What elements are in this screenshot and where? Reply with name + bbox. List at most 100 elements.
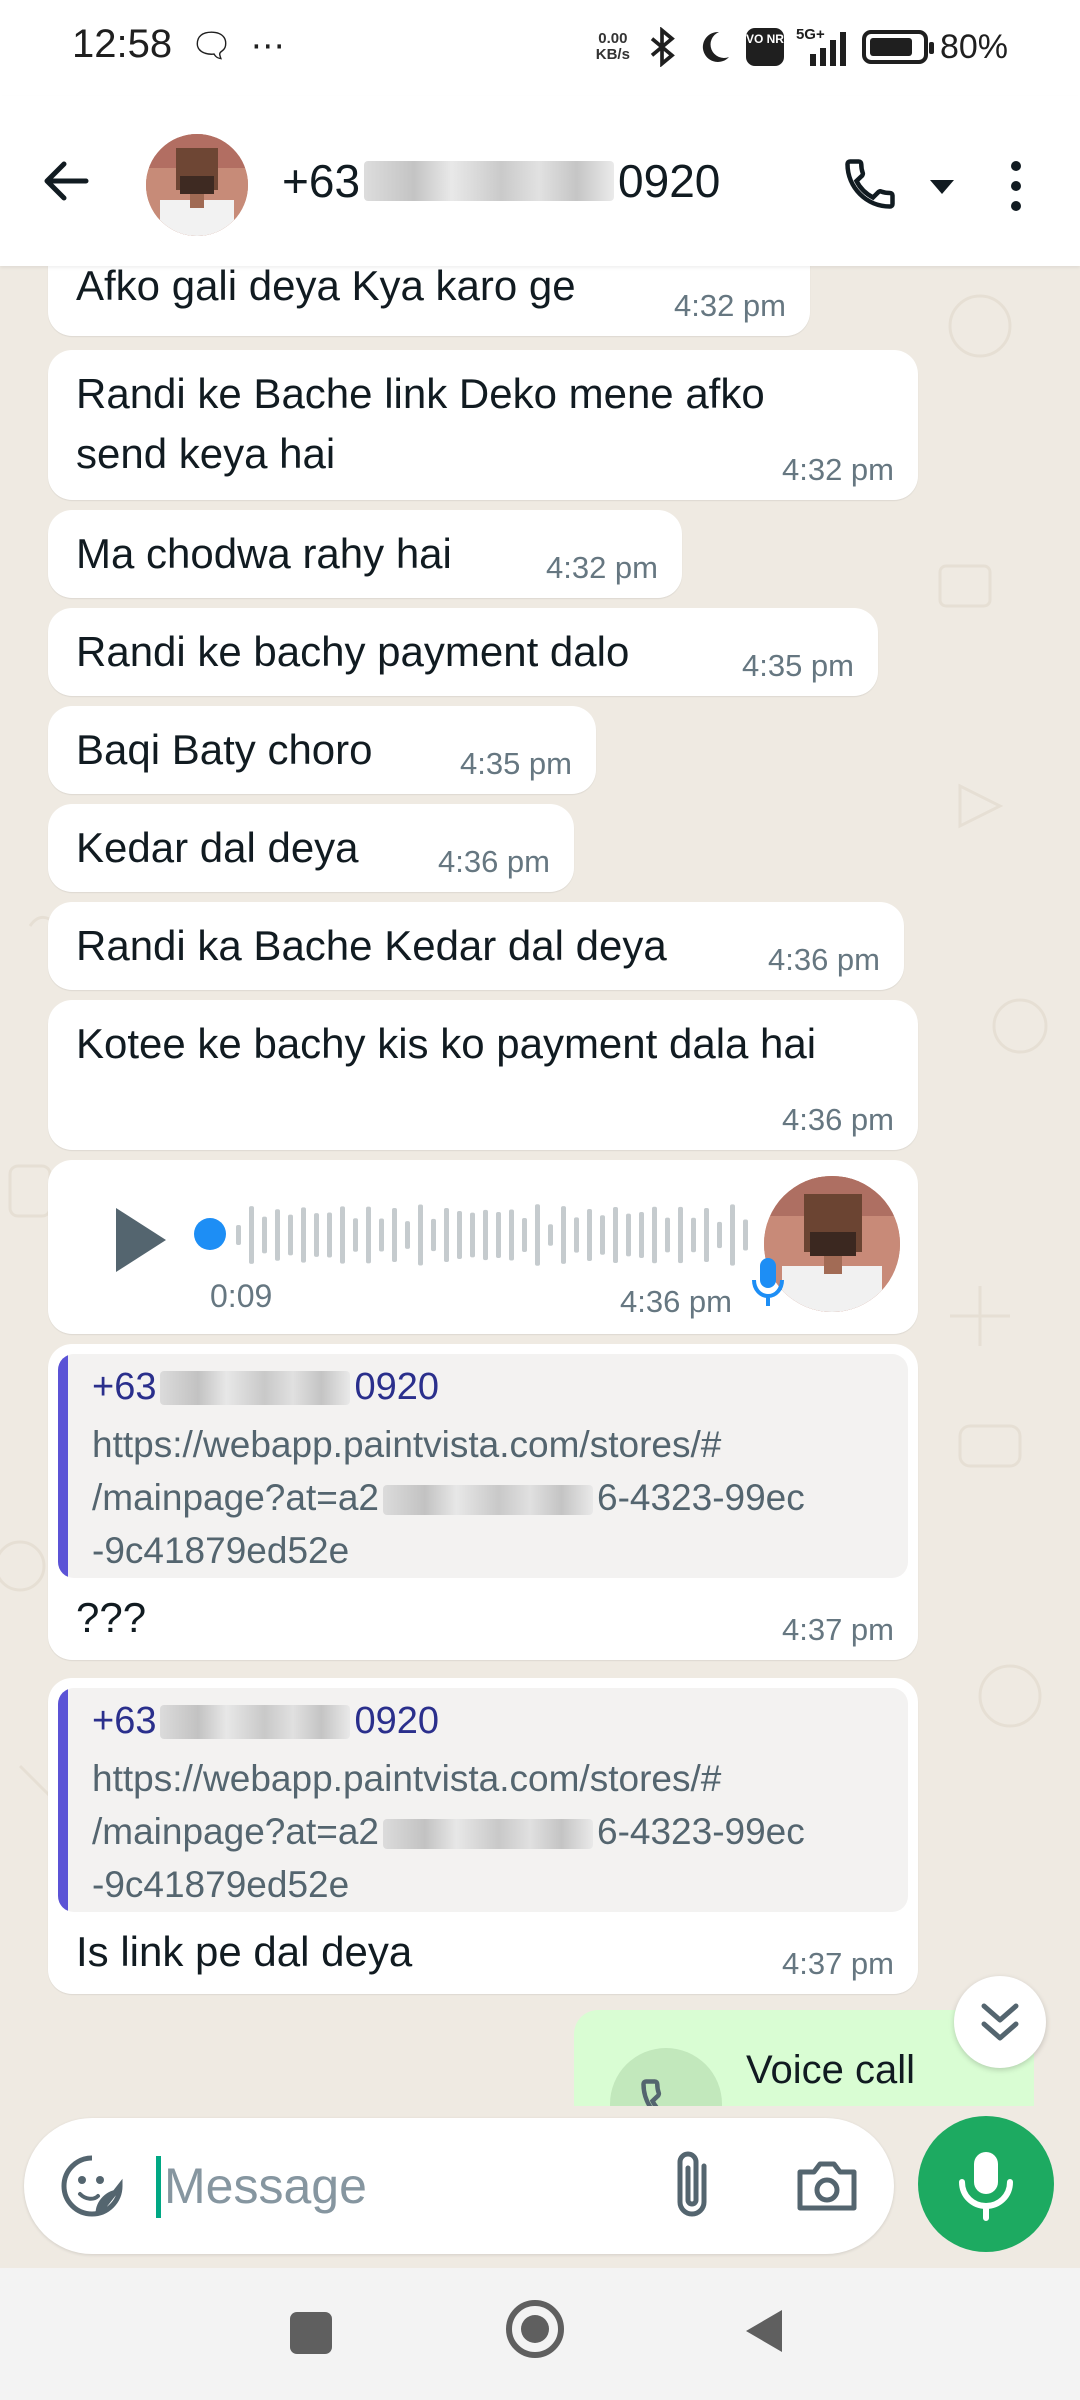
quote-line: https://webapp.paintvista.com/stores/#: [92, 1424, 722, 1465]
redacted-number: [160, 1704, 351, 1739]
message-composer: [24, 2118, 894, 2254]
waveform-bar: [587, 1209, 592, 1261]
volte-icon: VO NR: [745, 28, 784, 66]
message-text: Baqi Baty choro: [76, 726, 373, 773]
message-bubble[interactable]: Randi ke bachy payment dalo 4:35 pm: [48, 608, 878, 696]
phone-icon[interactable]: [840, 154, 900, 214]
quote-line: /mainpage?at=a2 6-4323-99ec: [92, 1477, 805, 1518]
waveform-bar: [717, 1221, 722, 1249]
message-bubble[interactable]: Ma chodwa rahy hai 4:32 pm: [48, 510, 682, 598]
voice-note-bubble[interactable]: 0:09 4:36 pm: [48, 1160, 918, 1334]
waveform-bar: [301, 1207, 306, 1263]
camera-icon[interactable]: [794, 2152, 860, 2218]
voice-waveform[interactable]: [232, 1200, 772, 1270]
redacted-number: [160, 1370, 351, 1405]
message-bubble[interactable]: Baqi Baty choro 4:35 pm: [48, 706, 596, 794]
paperclip-icon[interactable]: [664, 2148, 724, 2224]
home-button[interactable]: [506, 2300, 564, 2358]
message-time: 4:32 pm: [545, 550, 658, 585]
waveform-bar: [652, 1206, 657, 1264]
waveform-bar: [574, 1217, 579, 1253]
voice-record-button[interactable]: [918, 2116, 1054, 2252]
quote-author-suffix: 0920: [354, 1700, 440, 1742]
net-speed-value: 0.00: [598, 30, 628, 47]
waveform-bar: [314, 1213, 319, 1257]
moon-icon: [702, 31, 729, 62]
message-time: 4:37 pm: [781, 1946, 894, 1981]
quote-accent-bar: [58, 1354, 68, 1578]
net-speed-unit: KB/s: [595, 46, 630, 63]
waveform-bar: [535, 1204, 540, 1266]
waveform-bar: [509, 1209, 514, 1261]
message-bubble[interactable]: Kedar dal deya 4:36 pm: [48, 804, 574, 892]
waveform-bar: [431, 1218, 436, 1252]
quoted-reply-bubble[interactable]: +63 0920 https://webapp.paintvista.com/s…: [48, 1344, 918, 1660]
bluetooth-icon: [650, 27, 675, 67]
caret-down-icon[interactable]: [924, 174, 960, 198]
chat-area[interactable]: Afko gali deya Kya karo ge 4:32 pm Randi…: [0, 266, 1080, 2106]
status-bar: 12:58 🗨 ⋯ 0.00 KB/s VO NR 5G+ 80%: [0, 0, 1080, 96]
waveform-bar: [678, 1206, 683, 1264]
battery-percent: 80%: [939, 27, 1008, 66]
redacted-number: [364, 161, 615, 201]
quote-author: +63 0920: [92, 1700, 439, 1743]
waveform-bar: [444, 1208, 449, 1262]
battery-icon: [861, 30, 934, 64]
message-text: Ma chodwa rahy hai: [76, 530, 452, 577]
system-nav-bar: [0, 2268, 1080, 2400]
redacted-link: [383, 1485, 593, 1516]
voice-duration: 0:09: [210, 1278, 273, 1314]
signal-icon: 5G+: [796, 26, 850, 68]
message-text: Randi ke Bache link Deko mene afko send …: [76, 370, 765, 477]
nav-back-icon[interactable]: [742, 2306, 786, 2356]
waveform-bar: [340, 1206, 345, 1264]
waveform-bar: [496, 1212, 501, 1258]
waveform-bar: [392, 1208, 397, 1262]
waveform-bar: [470, 1212, 475, 1258]
message-bubble[interactable]: Afko gali deya Kya karo ge 4:32 pm: [48, 266, 810, 336]
more-vert-icon[interactable]: [996, 156, 1036, 216]
chat-header: +63 0920: [0, 96, 1080, 266]
waveform-bar: [249, 1206, 254, 1264]
quote-author-suffix: 0920: [354, 1366, 440, 1408]
waveform-bar: [262, 1216, 267, 1254]
status-time: 12:58: [72, 22, 173, 66]
play-icon[interactable]: [104, 1200, 174, 1280]
quoted-reply-bubble[interactable]: +63 0920 https://webapp.paintvista.com/s…: [48, 1678, 918, 1994]
quote-line: -9c41879ed52e: [92, 1530, 350, 1571]
message-text: Randi ke bachy payment dalo: [76, 628, 630, 675]
call-label: Voice call: [746, 2048, 915, 2092]
scroll-to-bottom-button[interactable]: [954, 1976, 1046, 2068]
quote-author-prefix: +63: [92, 1366, 157, 1408]
waveform-bar: [288, 1214, 293, 1256]
message-bubble[interactable]: Randi ka Bache Kedar dal deya 4:36 pm: [48, 902, 904, 990]
waveform-bar: [743, 1219, 748, 1251]
message-text: Randi ka Bache Kedar dal deya: [76, 922, 667, 969]
net-speed: 0.00 KB/s: [596, 31, 630, 63]
contact-name[interactable]: +63 0920: [282, 154, 720, 208]
redacted-link: [383, 1819, 593, 1850]
quote-author-prefix: +63: [92, 1700, 157, 1742]
waveform-bar: [626, 1213, 631, 1257]
mic-icon: [959, 2152, 1013, 2221]
message-input[interactable]: [164, 2142, 644, 2230]
message-time: 4:32 pm: [781, 452, 894, 487]
arrow-left-icon[interactable]: [34, 146, 104, 216]
waveform-bar: [379, 1218, 384, 1252]
message-bubble[interactable]: Randi ke Bache link Deko mene afko send …: [48, 350, 918, 500]
message-bubble[interactable]: Kotee ke bachy kis ko payment dala hai 4…: [48, 1000, 918, 1150]
message-time: 4:36 pm: [781, 1102, 894, 1137]
quoted-message[interactable]: +63 0920 https://webapp.paintvista.com/s…: [58, 1688, 908, 1912]
message-text: ???: [76, 1594, 147, 1641]
voice-progress-handle[interactable]: [194, 1218, 226, 1250]
waveform-bar: [639, 1211, 644, 1259]
recents-button[interactable]: [290, 2312, 332, 2354]
sticker-icon[interactable]: [58, 2152, 126, 2220]
waveform-bar: [236, 1225, 241, 1245]
message-text: Afko gali deya Kya karo ge: [76, 266, 576, 309]
quoted-message[interactable]: +63 0920 https://webapp.paintvista.com/s…: [58, 1354, 908, 1578]
status-right-cluster: 0.00 KB/s VO NR 5G+ 80%: [596, 22, 1008, 72]
avatar[interactable]: [146, 134, 248, 236]
text-cursor: [156, 2156, 161, 2218]
waveform-bar: [613, 1207, 618, 1263]
